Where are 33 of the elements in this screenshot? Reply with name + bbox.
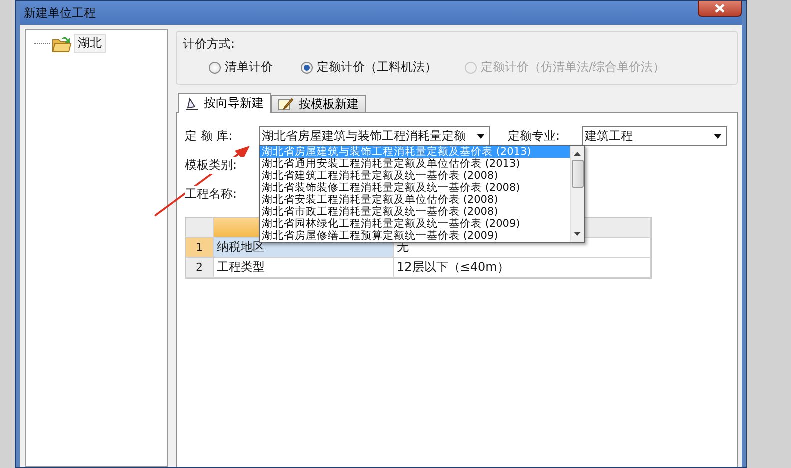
specialty-dropdown[interactable]: 建筑工程 — [582, 126, 727, 146]
caret-icon — [714, 134, 722, 138]
scroll-down-icon[interactable] — [574, 232, 581, 236]
row-number: 1 — [186, 238, 214, 258]
dropdown-option[interactable]: 湖北省安装工程消耗量定额及单位估价表 (2008) — [260, 194, 570, 206]
notepad-pencil-icon — [278, 97, 294, 111]
caret-icon — [477, 134, 485, 138]
radio-label: 定额计价（仿清单法/综合单价法） — [481, 59, 666, 76]
dropdown-option[interactable]: 湖北省装饰装修工程消耗量定额及统一基价表 (2008) — [260, 182, 570, 194]
row-number: 2 — [186, 258, 214, 278]
dropdown-option[interactable]: 湖北省市政工程消耗量定额及统一基价表 (2008) — [260, 206, 570, 218]
dropdown-option[interactable]: 湖北省通用安装工程消耗量定额及单位估价表 (2013) — [260, 158, 570, 170]
table-cell[interactable]: 工程类型 — [214, 258, 394, 278]
scroll-up-icon[interactable] — [574, 152, 581, 156]
field-label: 模板类别: — [185, 156, 247, 174]
dropdown-option[interactable]: 湖北省园林绿化工程消耗量定额及统一基价表 (2009) — [260, 218, 570, 230]
scrollbar[interactable] — [570, 146, 584, 242]
tab[interactable]: 按模板新建 — [271, 95, 366, 113]
dropdown-option[interactable]: 湖北省建筑工程消耗量定额及统一基价表 (2008) — [260, 170, 570, 182]
tree-item[interactable]: 湖北 — [74, 34, 106, 53]
radio-button[interactable] — [301, 62, 313, 74]
radio-label: 定额计价（工料机法） — [317, 59, 437, 76]
radio-button[interactable] — [209, 62, 221, 74]
tab[interactable]: 按向导新建 — [178, 93, 271, 113]
group-label: 计价方式: — [183, 36, 236, 53]
radio-label: 清单计价 — [225, 59, 273, 76]
window-title: 新建单位工程 — [24, 4, 96, 22]
close-button[interactable] — [698, 1, 742, 17]
table-cell[interactable]: 12层以下（≤40m） — [394, 258, 651, 278]
close-icon — [715, 4, 725, 13]
quota-library-dropdown[interactable]: 湖北省房屋建筑与装饰工程消耗量定额 — [259, 126, 490, 146]
folder-icon — [52, 34, 72, 52]
scroll-thumb[interactable] — [572, 160, 584, 188]
